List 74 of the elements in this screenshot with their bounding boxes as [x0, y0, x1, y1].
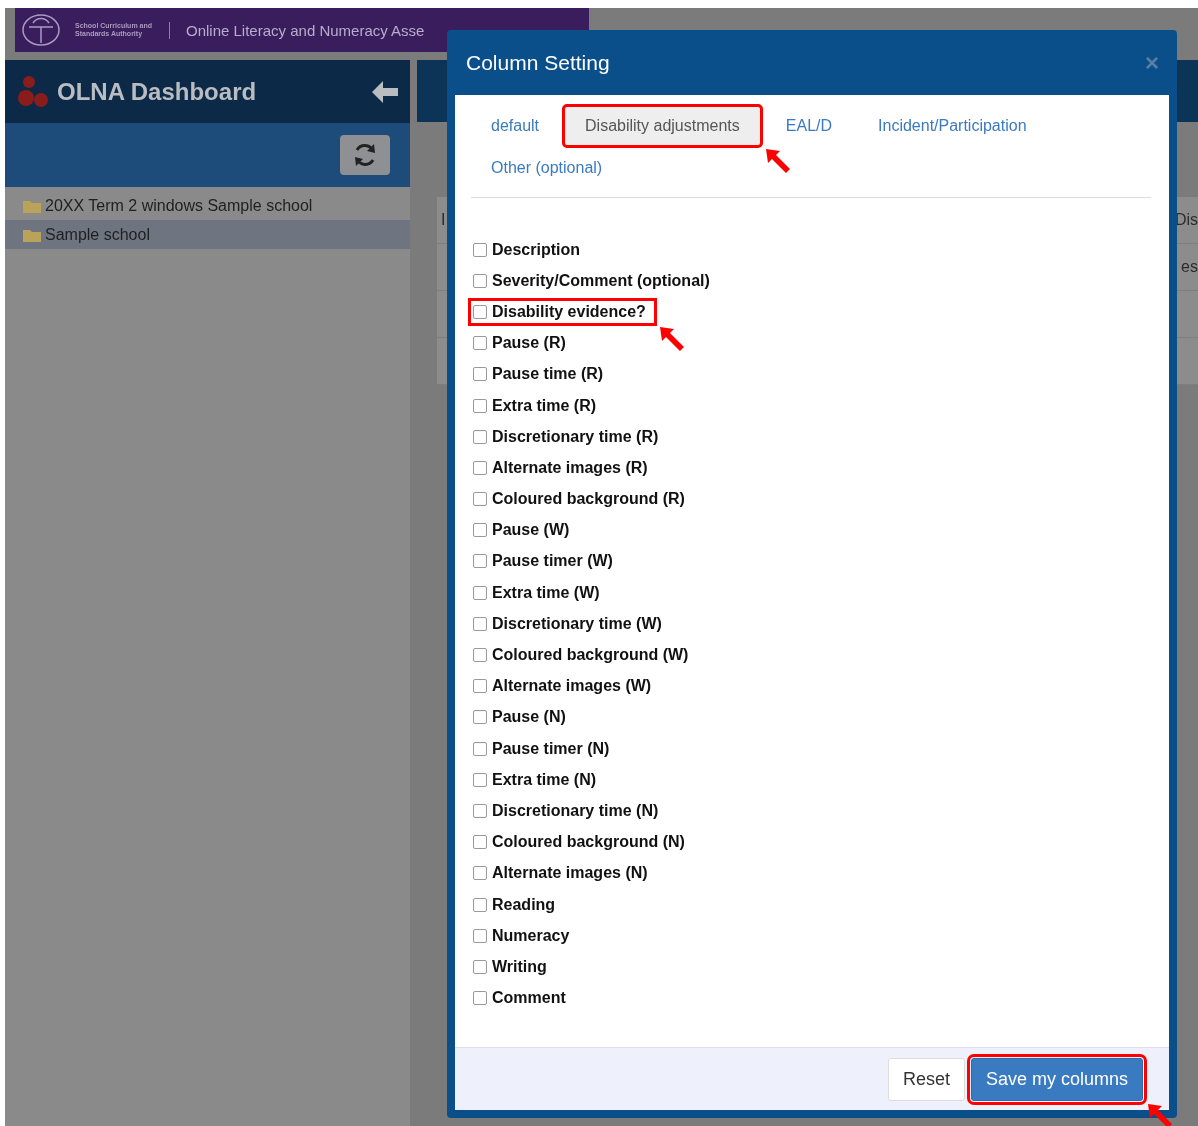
checkbox[interactable] — [473, 398, 487, 413]
checkbox[interactable] — [473, 710, 487, 725]
checkbox[interactable] — [473, 616, 487, 631]
checkbox-label: Writing — [492, 957, 547, 976]
checkbox-label: Pause time (R) — [492, 365, 604, 384]
checkbox-label: Numeracy — [492, 926, 570, 945]
checkbox[interactable] — [473, 835, 487, 850]
checkbox[interactable] — [473, 304, 487, 319]
checkbox-label: Pause (W) — [492, 521, 570, 540]
checkbox-label: Discretionary time (W) — [492, 614, 662, 633]
folder-icon — [23, 227, 41, 242]
checkbox[interactable] — [473, 554, 487, 569]
tree-item[interactable]: Sample school — [5, 220, 410, 249]
table-cell: es — [1181, 258, 1198, 276]
checkbox-label: Alternate images (N) — [492, 864, 648, 883]
tab[interactable]: Other (optional) — [471, 149, 623, 187]
annotation-arrow-icon — [657, 324, 686, 353]
checkbox-label: Alternate images (W) — [492, 677, 652, 696]
checkbox[interactable] — [473, 959, 487, 974]
checkbox-label: Pause (R) — [492, 334, 566, 353]
tree-item-label: Sample school — [45, 225, 150, 244]
checkbox[interactable] — [473, 336, 487, 351]
checkbox-label: Discretionary time (N) — [492, 801, 659, 820]
checkbox[interactable] — [473, 928, 487, 943]
sidebar-title: OLNA Dashboard — [57, 77, 258, 106]
checkbox[interactable] — [473, 991, 487, 1006]
checkbox-label: Pause (N) — [492, 708, 566, 727]
checkbox[interactable] — [473, 803, 487, 818]
people-logo-icon — [17, 73, 49, 110]
checkbox-label: Description — [492, 240, 580, 259]
annotation-arrow-icon — [1146, 1101, 1174, 1126]
checkbox-label: Disability evidence? — [492, 302, 646, 321]
banner-title: Online Literacy and Numeracy Asse — [169, 21, 425, 39]
checkbox-label: Coloured background (W) — [492, 646, 689, 665]
checkbox-label: Discretionary time (R) — [492, 427, 659, 446]
checkbox[interactable] — [473, 897, 487, 912]
checkbox[interactable] — [473, 460, 487, 475]
checkbox[interactable] — [473, 523, 487, 538]
checkbox-label: Pause timer (N) — [492, 739, 610, 758]
checkbox[interactable] — [473, 741, 487, 756]
checkbox-label: Reading — [492, 895, 556, 914]
checkbox-label: Coloured background (R) — [492, 490, 685, 509]
checkbox-label: Extra time (R) — [492, 396, 597, 415]
tab[interactable]: EAL/D — [765, 107, 853, 145]
checkbox[interactable] — [473, 273, 487, 288]
annotation-arrow-icon — [763, 147, 792, 175]
checkbox[interactable] — [473, 679, 487, 694]
checkbox[interactable] — [473, 772, 487, 787]
checkbox-label: Coloured background (N) — [492, 833, 685, 852]
checkbox-label: Alternate images (R) — [492, 458, 648, 477]
checkbox-label: Severity/Comment (optional) — [492, 271, 710, 290]
tab[interactable]: Incident/Participation — [858, 107, 1047, 145]
folder-icon — [23, 198, 41, 213]
tab[interactable]: default — [471, 107, 560, 145]
checkbox-label: Comment — [492, 989, 566, 1008]
checkbox[interactable] — [473, 648, 487, 663]
checkbox[interactable] — [473, 367, 487, 382]
checkbox[interactable] — [473, 585, 487, 600]
table-cell-text: I — [440, 211, 447, 229]
checkbox-label: Pause timer (W) — [492, 552, 613, 571]
reset-button[interactable]: Reset — [887, 1057, 965, 1101]
checkbox[interactable] — [473, 429, 487, 444]
dialog-title: Column Setting — [466, 50, 610, 75]
checkbox[interactable] — [473, 242, 487, 257]
checkbox[interactable] — [473, 492, 487, 507]
back-arrow-icon[interactable] — [372, 80, 398, 103]
refresh-icon — [352, 142, 378, 168]
tree-item[interactable]: 20XX Term 2 windows Sample school — [5, 191, 410, 220]
checkbox-label: Extra time (W) — [492, 583, 600, 602]
checkbox[interactable] — [473, 866, 487, 881]
refresh-button[interactable] — [340, 135, 390, 175]
tree-item-label: 20XX Term 2 windows Sample school — [45, 196, 313, 215]
tree-logo-icon — [21, 13, 61, 47]
checkbox-label: Extra time (N) — [492, 770, 597, 789]
